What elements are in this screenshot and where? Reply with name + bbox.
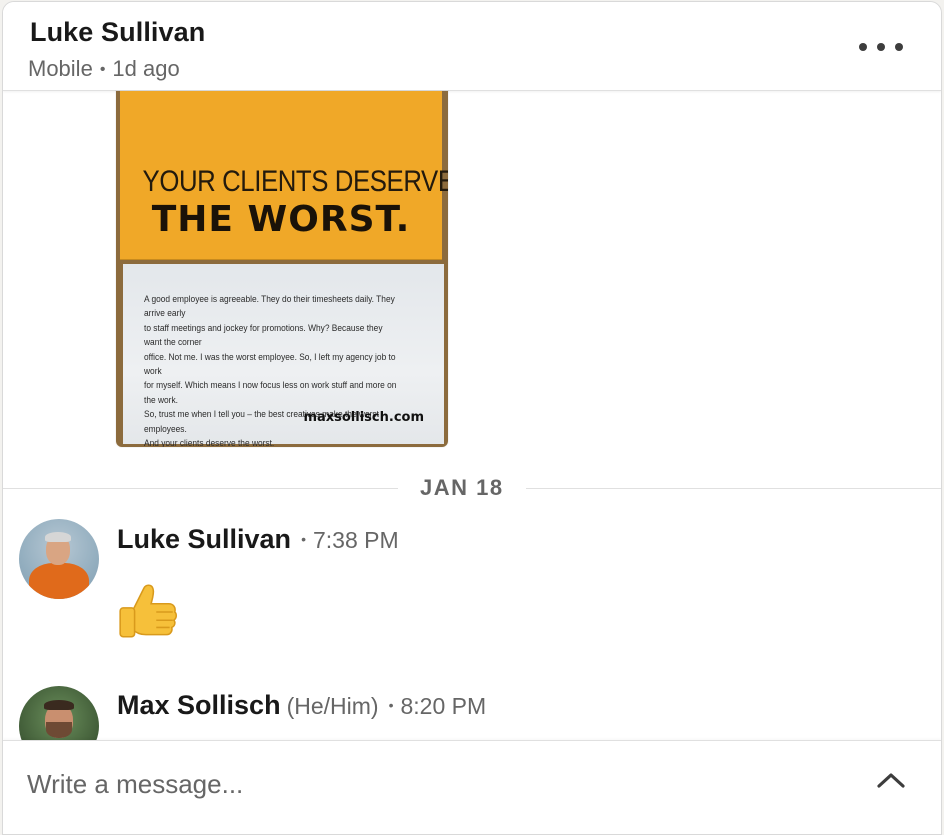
messaging-window: Luke Sullivan Mobile • 1d ago YOUR CLIENTS…: [2, 1, 942, 835]
sender-name[interactable]: Luke Sullivan: [117, 524, 291, 554]
sender-pronouns: (He/Him): [286, 693, 379, 719]
message-composer: [3, 740, 941, 834]
avatar[interactable]: [19, 519, 99, 599]
presence-line: Mobile • 1d ago: [28, 56, 180, 82]
chevron-up-icon[interactable]: [873, 765, 909, 795]
message-header: Luke Sullivan • 7:38 PM: [117, 524, 399, 555]
card-body-panel: A good employee is agreeable. They do th…: [123, 264, 444, 447]
message-time: 7:38 PM: [312, 527, 399, 553]
last-seen: 1d ago: [112, 56, 180, 81]
message-input[interactable]: [27, 765, 807, 803]
conversation-header[interactable]: Luke Sullivan Mobile • 1d ago: [3, 2, 941, 91]
message-time: 8:20 PM: [400, 693, 487, 719]
thumbs-up-icon: [115, 580, 181, 655]
separator-dot: •: [99, 61, 106, 78]
image-attachment[interactable]: YOUR CLIENTS DESERVE THE WORST. A good e…: [116, 91, 448, 447]
ellipsis-horizontal-icon[interactable]: [859, 34, 903, 60]
presence-status: Mobile: [28, 56, 93, 81]
card-url: maxsollisch.com: [303, 410, 424, 425]
sender-name[interactable]: Max Sollisch: [117, 690, 281, 720]
separator-dot: •: [301, 531, 306, 547]
conversation-title[interactable]: Luke Sullivan: [30, 17, 205, 48]
card-headline-line1: YOUR CLIENTS DESERVE: [142, 165, 448, 198]
separator-dot: •: [388, 697, 394, 713]
card-headline-panel: YOUR CLIENTS DESERVE THE WORST.: [120, 91, 448, 260]
card-headline-line2: THE WORST.: [151, 199, 411, 240]
message-header: Max Sollisch (He/Him) • 8:20 PM: [117, 690, 486, 721]
date-divider-label: JAN 18: [398, 475, 526, 501]
